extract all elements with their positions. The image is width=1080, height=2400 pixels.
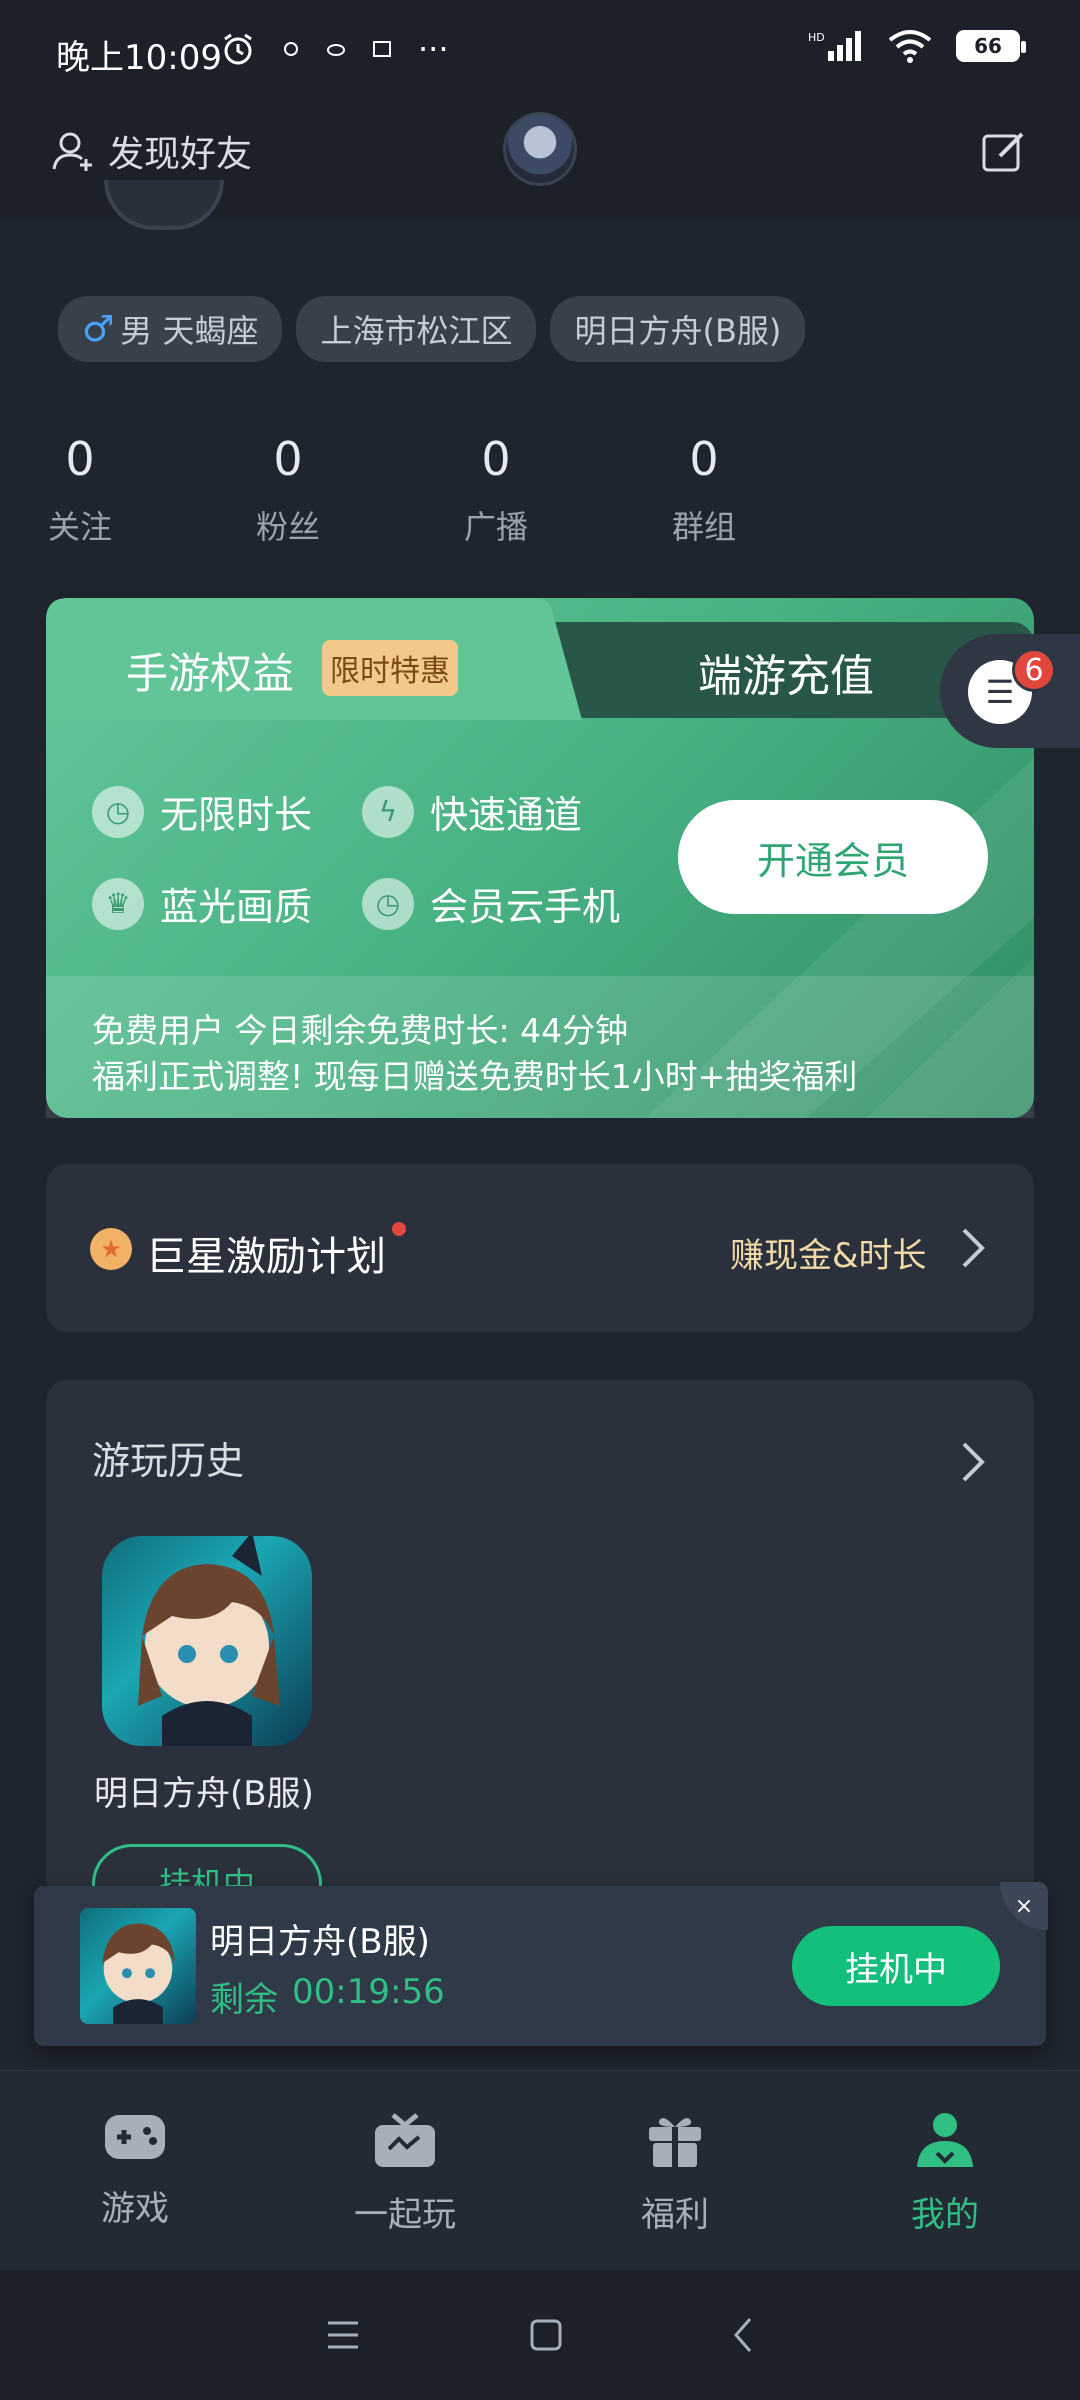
feature-unlimited-time: ◷ 无限时长 [92, 784, 312, 839]
tag-gender-constellation: ♂ 男 天蝎座 [58, 296, 283, 362]
feature-label: 蓝光画质 [160, 885, 313, 929]
stat-label: 广播 [463, 508, 528, 546]
status-time: 晚上10:09 [56, 38, 222, 78]
battery-icon: 66 [956, 30, 1026, 62]
person-icon [917, 2113, 973, 2167]
feature-bluray: ♛ 蓝光画质 [92, 876, 312, 931]
back-icon[interactable] [732, 2317, 754, 2353]
clock-icon: ◷ [92, 785, 144, 838]
mini-player-remaining: 剩余 00:19:56 [210, 1972, 445, 2021]
play-history-title: 游玩历史 [92, 1439, 245, 1483]
hangup-button[interactable]: 挂机中 [792, 1926, 1000, 2006]
remaining-label: 剩余 [210, 1980, 278, 2020]
clock-icon: ◷ [362, 877, 414, 930]
wifi-icon [888, 30, 932, 63]
nav-play-together[interactable]: 一起玩 [270, 2071, 540, 2270]
gift-icon [649, 2118, 701, 2167]
stat-value: 0 [65, 432, 95, 486]
male-icon: ♂ [82, 308, 115, 350]
status-icons-left: ··· [220, 30, 449, 68]
nav-label: 我的 [911, 2195, 979, 2235]
find-friends-label: 发现好友 [108, 134, 253, 175]
profile-stats: 0 关注 0 粉丝 0 广播 0 群组 [30, 432, 754, 548]
nav-label: 一起玩 [354, 2195, 456, 2235]
tab-pc-recharge-label[interactable]: 端游充值 [698, 640, 874, 704]
alarm-icon [224, 33, 252, 65]
stat-followers[interactable]: 0 粉丝 [238, 432, 338, 548]
chevron-right-icon[interactable] [958, 1440, 988, 1488]
chat-badge: 6 [1012, 648, 1056, 692]
svg-text:HD: HD [808, 31, 825, 44]
game-name: 明日方舟(B服) [94, 1774, 314, 1814]
tag-label: 明日方舟(B服) [574, 312, 782, 350]
tag-label: 男 天蝎座 [120, 312, 259, 350]
feature-fast-lane: ϟ 快速通道 [362, 784, 582, 839]
tab-mobile-benefits[interactable]: 手游权益 [126, 640, 294, 701]
notification-dot [392, 1222, 406, 1236]
limited-offer-badge: 限时特惠 [322, 640, 458, 696]
stat-following[interactable]: 0 关注 [30, 432, 130, 548]
home-icon[interactable] [530, 2319, 562, 2351]
stat-label: 群组 [671, 508, 736, 546]
nav-label: 福利 [641, 2195, 709, 2235]
star-icon: ★ [90, 1228, 132, 1270]
remaining-time: 00:19:56 [292, 1972, 445, 2012]
tv-icon [375, 2113, 435, 2167]
feature-cloud-phone: ◷ 会员云手机 [362, 876, 620, 931]
menu-icon[interactable] [326, 2320, 360, 2350]
nav-mine[interactable]: 我的 [810, 2071, 1080, 2270]
stat-broadcasts[interactable]: 0 广播 [446, 432, 546, 548]
more-notifications-icon: ··· [418, 30, 449, 68]
edit-icon[interactable] [980, 128, 1028, 180]
cloud-notify-icon [327, 44, 345, 56]
bottom-nav: 游戏 一起玩 福利 我的 [0, 2070, 1080, 2270]
image-notify-icon [373, 41, 391, 57]
gamepad-icon [105, 2115, 165, 2159]
stat-value: 0 [689, 432, 719, 486]
stat-label: 粉丝 [255, 508, 320, 546]
system-nav-bar [0, 2270, 1080, 2400]
benefit-notice[interactable]: 福利正式调整! 现每日赠送免费时长1小时+抽奖福利 [92, 1050, 857, 1098]
profile-avatar[interactable] [104, 180, 224, 230]
stat-value: 0 [481, 432, 511, 486]
profile-tags: ♂ 男 天蝎座 上海市松江区 明日方舟(B服) [58, 296, 806, 362]
tag-location: 上海市松江区 [296, 296, 537, 362]
add-friend-icon [52, 132, 92, 171]
earn-link[interactable]: 赚现金&时长 [730, 1228, 927, 1277]
nav-games[interactable]: 游戏 [0, 2071, 270, 2270]
lightning-icon: ϟ [362, 785, 414, 838]
stat-label: 关注 [47, 508, 112, 546]
nav-benefits[interactable]: 福利 [540, 2071, 810, 2270]
game-icon[interactable] [102, 1536, 312, 1746]
header-avatar[interactable] [503, 112, 577, 186]
app-notify-icon [284, 42, 298, 56]
nav-label: 游戏 [101, 2189, 169, 2229]
tag-game: 明日方舟(B服) [550, 296, 806, 362]
feature-label: 会员云手机 [430, 885, 621, 929]
crown-icon: ♛ [92, 877, 144, 930]
open-vip-button[interactable]: 开通会员 [678, 800, 988, 914]
free-time-remaining: 免费用户 今日剩余免费时长: 44分钟 [92, 1011, 629, 1050]
feature-label: 快速通道 [430, 793, 583, 837]
stat-groups[interactable]: 0 群组 [654, 432, 754, 548]
stat-value: 0 [273, 432, 303, 486]
star-plan-title: 巨星激励计划 [146, 1234, 386, 1280]
status-right: HD 66 [808, 28, 1026, 64]
mini-player-title: 明日方舟(B服) [210, 1922, 430, 1962]
signal-icon: HD [808, 31, 861, 61]
tag-label: 上海市松江区 [320, 312, 513, 350]
chevron-right-icon[interactable] [958, 1226, 988, 1274]
mini-player-thumbnail [80, 1908, 196, 2024]
find-friends-button[interactable]: 发现好友 [50, 125, 252, 177]
feature-label: 无限时长 [160, 793, 313, 837]
